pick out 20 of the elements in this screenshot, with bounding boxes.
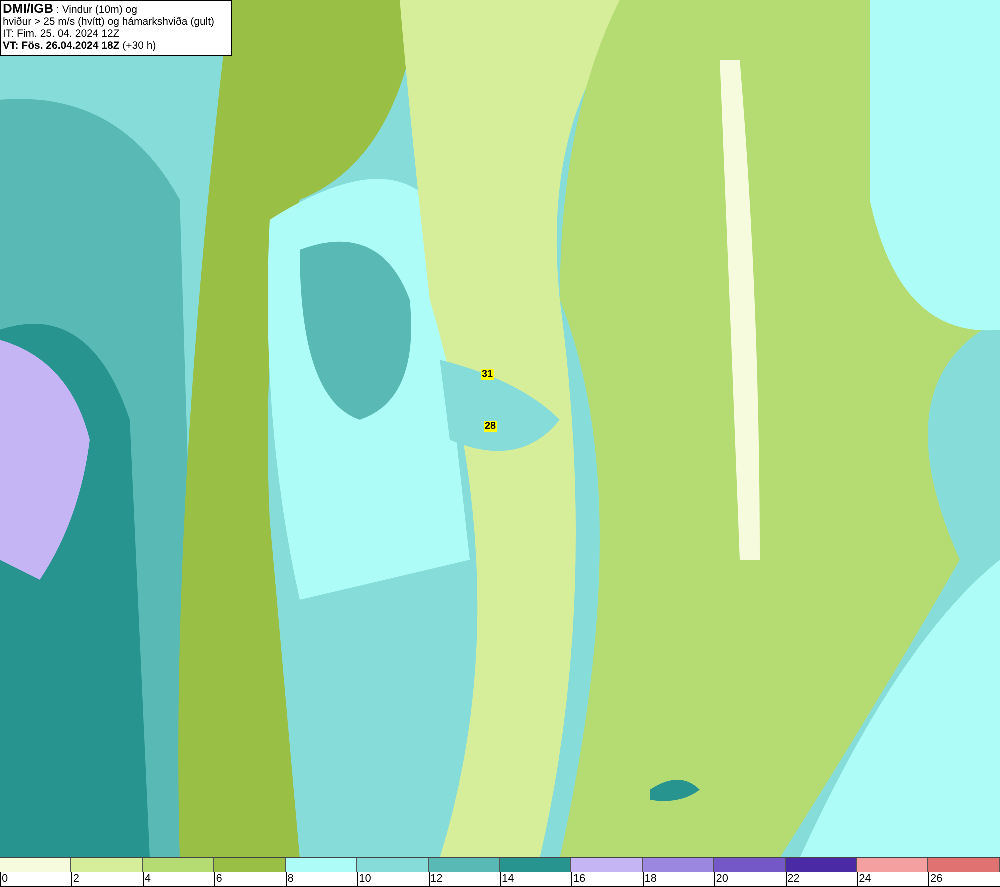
- title-text: hviður > 25 m/s (hvítt) og hámarkshviða (gult): [3, 16, 216, 28]
- legend-label: 10: [357, 872, 372, 886]
- legend-label: 0: [0, 872, 8, 886]
- legend-label: 12: [428, 872, 443, 886]
- legend-label: 14: [500, 872, 514, 886]
- gust-value-label: 28: [484, 421, 498, 432]
- title-text: IT: Fim. 25. 04. 2024 12Z: [3, 28, 121, 40]
- title-text: VT: Fös. 26.04.2024 18Z (+30 h): [3, 40, 158, 52]
- legend-label: 26: [928, 872, 943, 886]
- legend-label: 8: [286, 872, 294, 886]
- gust-value-label: 31: [481, 369, 494, 380]
- legend-label: 6: [214, 872, 222, 886]
- legend-label: 20: [714, 872, 728, 886]
- legend-label: 2: [71, 872, 80, 886]
- legend-label: 16: [571, 872, 586, 886]
- legend-label: 24: [857, 872, 872, 886]
- legend-label: 18: [642, 872, 658, 886]
- title-text: DMI/IGB : Vindur (10m) og: [3, 3, 138, 16]
- legend-label: 22: [786, 872, 800, 886]
- legend-label: 4: [142, 872, 151, 886]
